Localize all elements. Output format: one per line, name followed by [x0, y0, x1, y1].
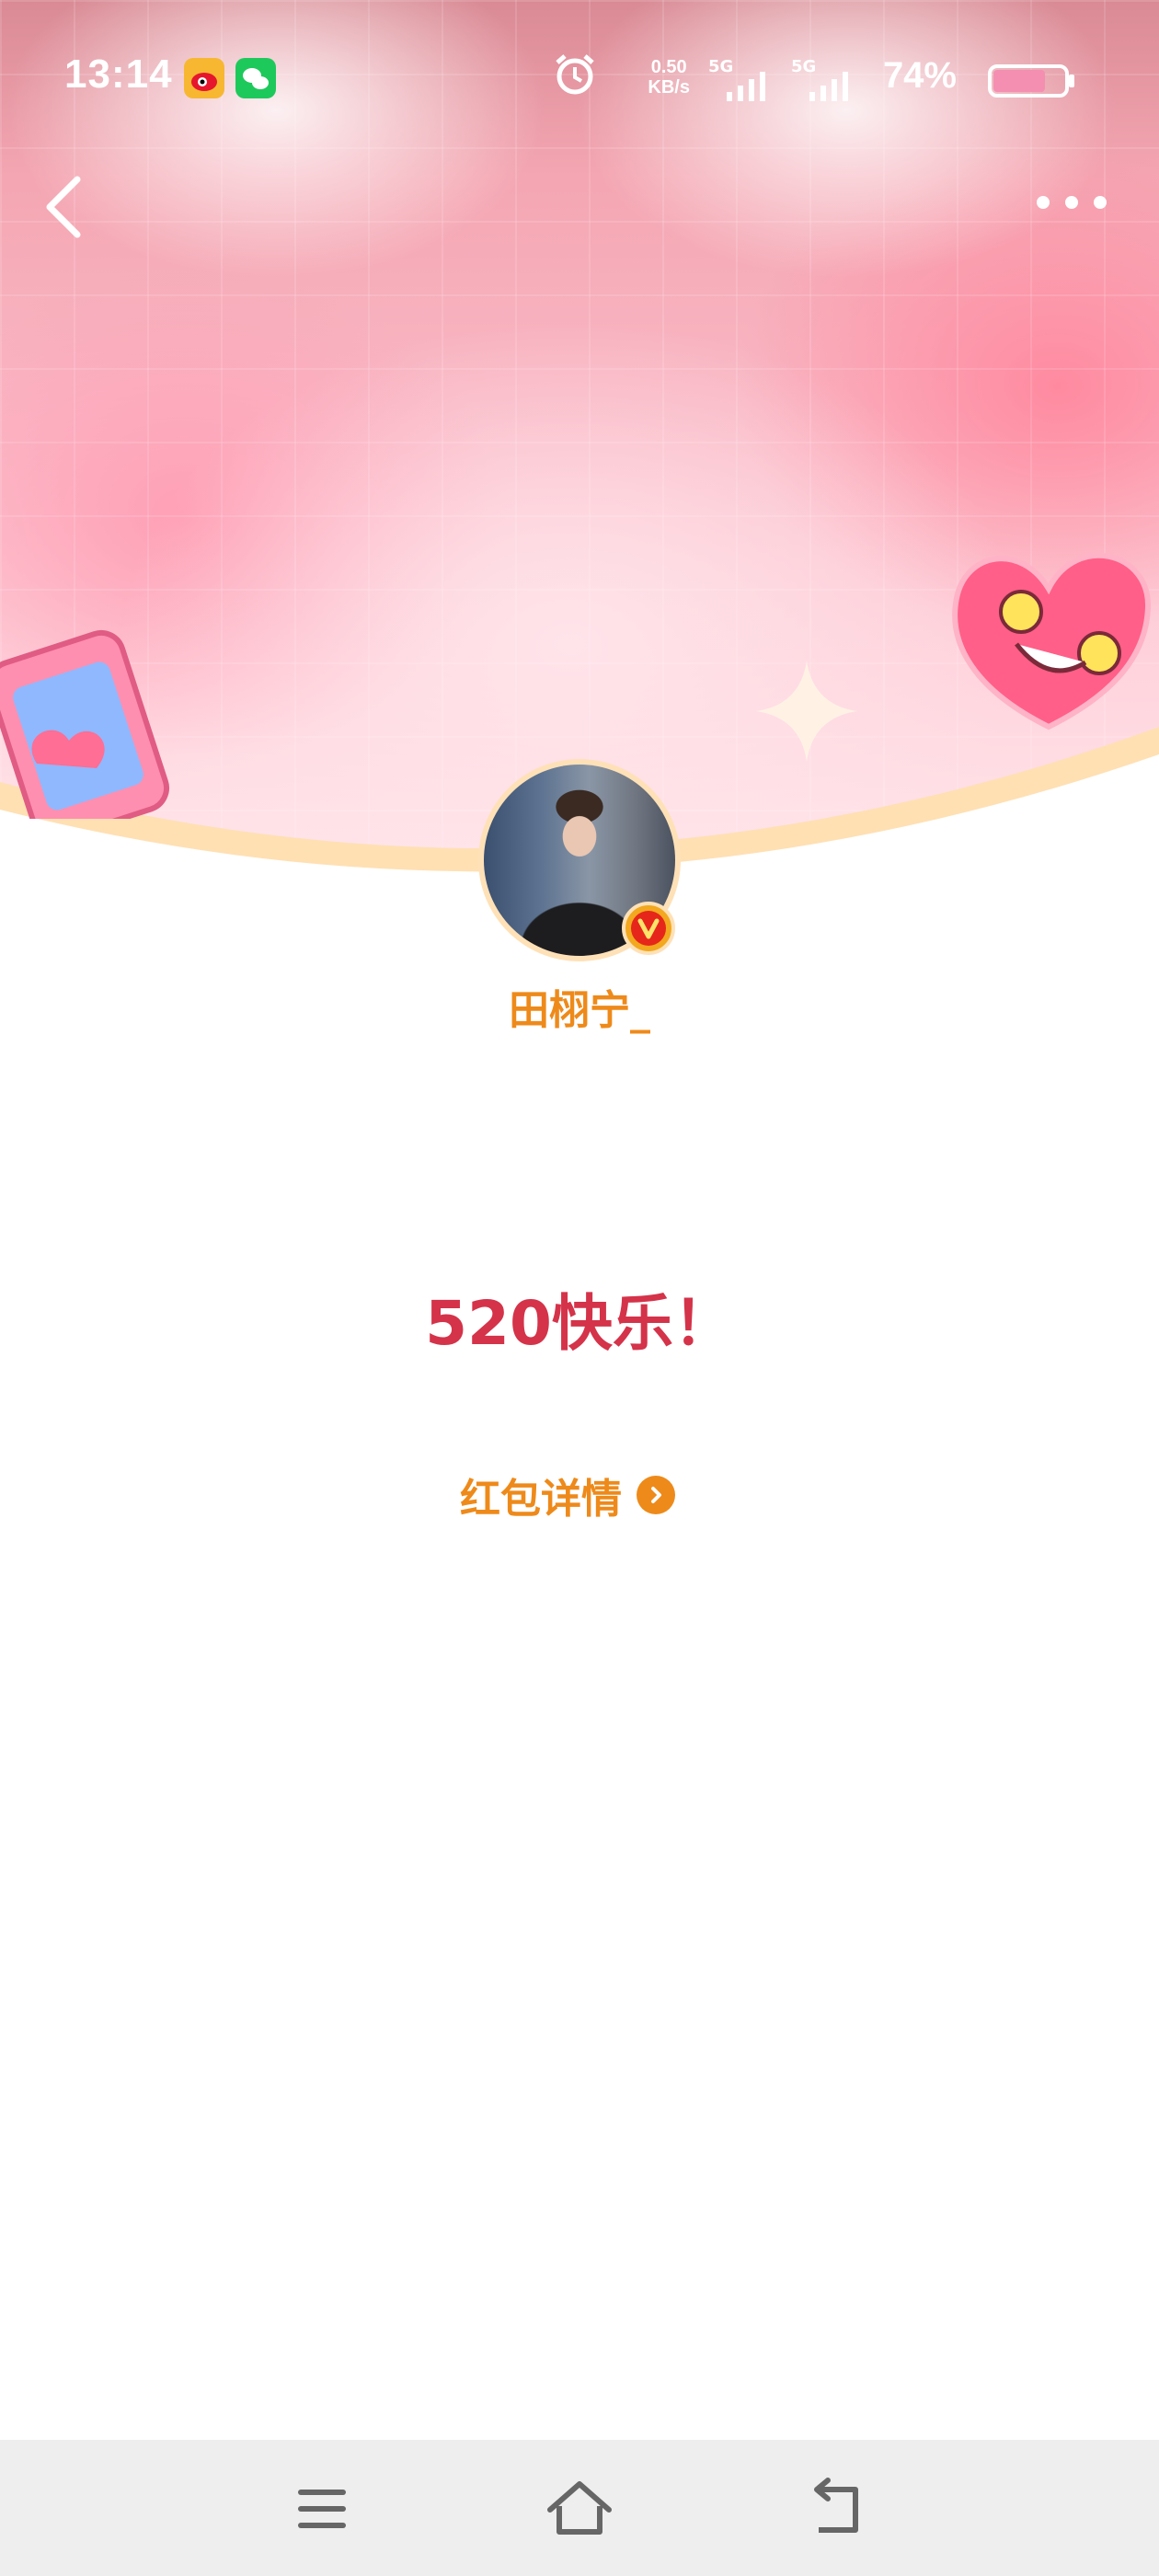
- signal-bars-icon: [727, 72, 765, 101]
- back-icon[interactable]: [800, 2477, 874, 2541]
- status-time: 13:14: [64, 52, 173, 97]
- system-navigation-bar: [0, 2440, 1159, 2576]
- signal-bars-icon: [809, 72, 848, 101]
- red-packet-details-link[interactable]: 红包详情: [460, 1463, 675, 1527]
- alarm-icon: [556, 54, 594, 95]
- signal-sim2: 5G: [791, 57, 855, 103]
- network-speed-unit: KB/s: [648, 77, 690, 98]
- heart-sticker-decoration: [952, 552, 1152, 730]
- back-button[interactable]: [37, 170, 92, 244]
- details-label: 红包详情: [460, 1476, 622, 1523]
- status-bar: 13:14 0.50 KB/s 5G 5G 74%: [0, 0, 1159, 156]
- sender-name[interactable]: 田栩宁_: [0, 977, 1159, 1036]
- more-options-button[interactable]: [1030, 184, 1113, 221]
- red-packet-message: 520快乐！: [425, 1288, 734, 1359]
- network-speed: 0.50 KB/s: [648, 57, 690, 98]
- battery-percent: 74%: [882, 55, 957, 96]
- weibo-icon: [184, 58, 224, 98]
- sparkle-decoration: [756, 661, 857, 762]
- chevron-right-icon: [637, 1476, 675, 1514]
- home-icon[interactable]: [543, 2477, 616, 2541]
- battery-icon: [988, 64, 1074, 98]
- menu-icon[interactable]: [285, 2477, 359, 2541]
- verified-v-icon: [637, 918, 660, 939]
- signal-sim1: 5G: [708, 57, 773, 103]
- network-speed-value: 0.50: [650, 57, 687, 77]
- phone-sticker-decoration: [0, 629, 169, 819]
- wechat-icon: [235, 58, 276, 98]
- verified-badge-icon: [622, 902, 675, 955]
- status-right-group: 0.50 KB/s 5G 5G 74%: [556, 52, 1076, 107]
